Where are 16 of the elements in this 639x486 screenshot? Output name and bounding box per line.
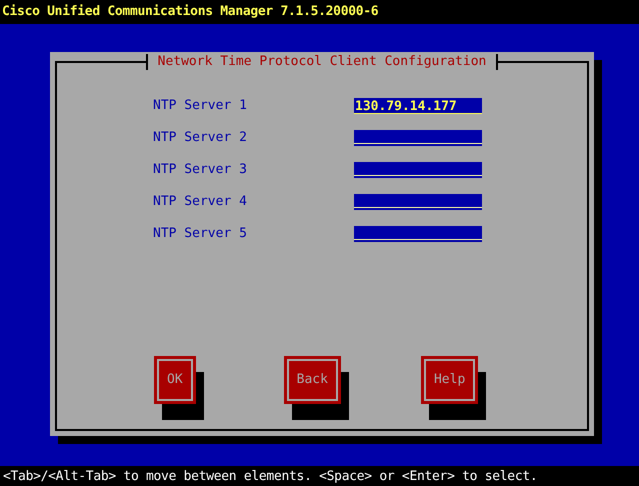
input-field[interactable] — [354, 130, 482, 146]
input-field[interactable] — [354, 194, 482, 210]
input-field[interactable] — [354, 226, 482, 242]
field-label: NTP Server 3 — [153, 161, 248, 180]
dialog-title: Network Time Protocol Client Configuration — [146, 54, 498, 70]
window-title: Cisco Unified Communications Manager 7.1.5.20000-6 — [0, 0, 639, 24]
field-label: NTP Server 4 — [153, 193, 248, 212]
dialog-button[interactable]: Back — [284, 356, 341, 404]
dialog-button[interactable]: OK — [154, 356, 196, 404]
dialog-button[interactable]: Help — [420, 356, 478, 404]
field-label: NTP Server 5 — [153, 225, 248, 244]
field-label: NTP Server 2 — [153, 129, 248, 148]
input-field[interactable] — [354, 162, 482, 178]
status-bar: <Tab>/<Alt-Tab> to move between elements. <Space> or <Enter> to select. — [0, 466, 639, 486]
field-label: NTP Server 1 — [153, 97, 248, 116]
input-field[interactable]: 130.79.14.177 — [354, 98, 482, 114]
